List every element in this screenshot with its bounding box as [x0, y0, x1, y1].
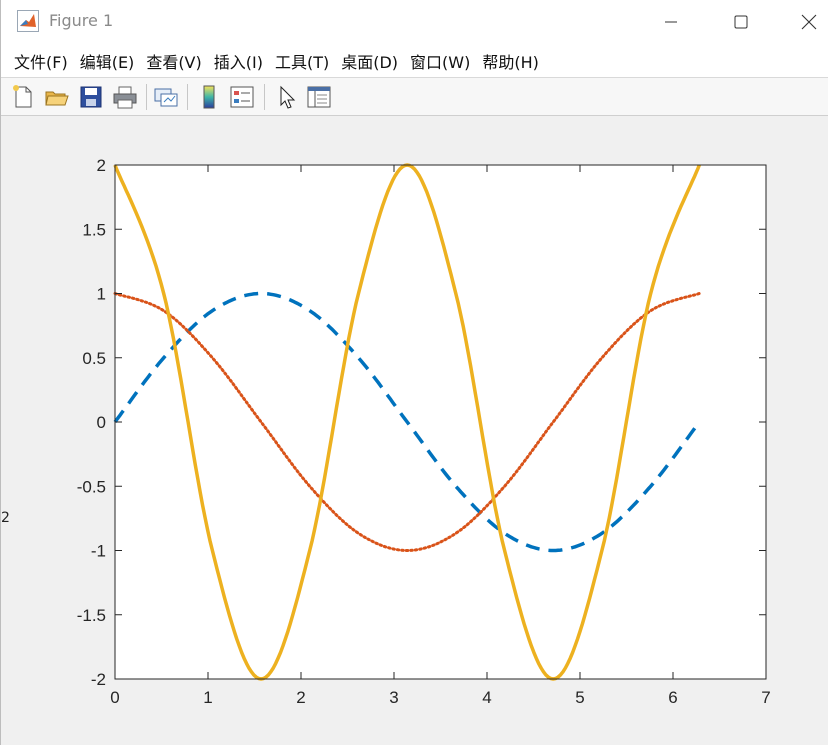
x-tick-label: 1: [203, 688, 212, 707]
maximize-icon: [734, 15, 748, 29]
minimize-button[interactable]: [641, 0, 701, 44]
window-title: Figure 1: [49, 11, 114, 30]
menu-bar: 文件(F) 编辑(E) 查看(V) 插入(I) 工具(T) 桌面(D) 窗口(W…: [1, 44, 828, 78]
menu-window[interactable]: 窗口(W): [404, 47, 476, 75]
menu-edit[interactable]: 编辑(E): [74, 47, 141, 75]
menu-view[interactable]: 查看(V): [140, 47, 207, 75]
title-bar[interactable]: Figure 1: [1, 0, 828, 44]
plot-axes[interactable]: 0 1 2 3 4 5 6 7 -2 -1.5 -1 -0.5 0 0.5 1 1.5 2: [1, 116, 828, 745]
open-file-button[interactable]: [43, 83, 71, 111]
minimize-icon: [664, 15, 678, 29]
insert-legend-icon: [228, 83, 256, 111]
link-plot-icon: [152, 83, 180, 111]
x-tick-label: 2: [296, 688, 305, 707]
y-tick-label: 1.5: [82, 220, 106, 239]
toolbar-separator: [146, 84, 147, 110]
save-icon: [77, 83, 105, 111]
menu-insert[interactable]: 插入(I): [208, 47, 269, 75]
figure-window: Figure 1 文件(F) 编辑(E) 查看(V) 插入(I) 工具(T) 桌…: [0, 0, 828, 745]
print-button[interactable]: [111, 83, 139, 111]
x-tick-label: 0: [110, 688, 119, 707]
toolbar-separator: [264, 84, 265, 110]
new-figure-icon: [9, 83, 37, 111]
insert-legend-button[interactable]: [228, 83, 256, 111]
link-plot-button[interactable]: [152, 83, 180, 111]
save-button[interactable]: [77, 83, 105, 111]
menu-desktop[interactable]: 桌面(D): [335, 47, 404, 75]
figure-canvas[interactable]: 2 0 1 2 3 4 5 6 7 -2 -1.5 -1 -0.5 0 0.5 1 1.5 2: [1, 116, 828, 745]
y-tick-label: -0.5: [77, 477, 106, 496]
print-icon: [111, 83, 139, 111]
edit-plot-button[interactable]: [273, 83, 301, 111]
x-tick-label: 3: [389, 688, 398, 707]
y-tick-label: -2: [91, 670, 106, 689]
x-tick-label: 4: [482, 688, 491, 707]
y-tick-label: 0: [97, 413, 106, 432]
maximize-button[interactable]: [711, 0, 771, 44]
y-tick-label: -1: [91, 542, 106, 561]
close-button[interactable]: [779, 0, 828, 44]
property-inspector-icon: [305, 83, 333, 111]
menu-file[interactable]: 文件(F): [8, 47, 74, 75]
x-tick-label: 5: [575, 688, 584, 707]
menu-tools[interactable]: 工具(T): [269, 47, 335, 75]
property-inspector-button[interactable]: [305, 83, 333, 111]
x-tick-label: 7: [761, 688, 770, 707]
y-tick-label: 0.5: [82, 349, 106, 368]
menu-help[interactable]: 帮助(H): [476, 47, 545, 75]
x-tick-label: 6: [668, 688, 677, 707]
figure-toolbar: [1, 78, 828, 116]
edit-plot-pointer-icon: [273, 83, 301, 111]
y-tick-label: -1.5: [77, 606, 106, 625]
y-tick-label: 1: [97, 285, 106, 304]
close-icon: [801, 14, 817, 30]
matlab-logo-icon: [17, 10, 39, 32]
insert-colorbar-icon: [195, 83, 223, 111]
insert-colorbar-button[interactable]: [195, 83, 223, 111]
open-file-icon: [43, 83, 71, 111]
toolbar-separator: [187, 84, 188, 110]
y-tick-label: 2: [97, 156, 106, 175]
new-figure-button[interactable]: [9, 83, 37, 111]
